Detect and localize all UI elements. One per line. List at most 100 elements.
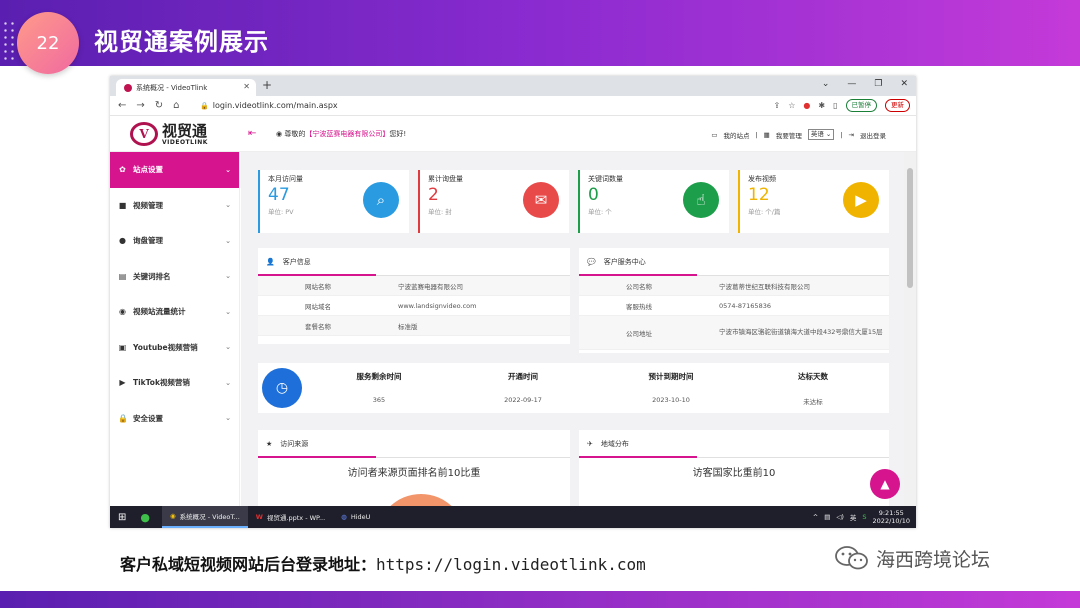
service-col: 预计到期时间 2023-10-10	[648, 372, 694, 404]
location-icon: ◉	[276, 130, 283, 138]
network-icon[interactable]: ▤	[824, 513, 830, 521]
sidebar-item-tiktok[interactable]: ▶ TikTok视频营销 ⌄	[110, 365, 239, 401]
service-col: 开通时间 2022-09-17	[504, 372, 542, 404]
panel-header: 👤 客户信息	[258, 248, 570, 276]
clock[interactable]: 9:21:55 2022/10/10	[873, 509, 910, 525]
restore-icon[interactable]: ❐	[874, 79, 882, 89]
play-icon: ▶	[843, 182, 879, 218]
puzzle-icon[interactable]: ✱	[818, 101, 825, 110]
sidebar-item-label: 视频管理	[133, 200, 163, 210]
chat-bubble-icon: 💬	[587, 257, 596, 266]
windows-start-icon[interactable]: ⊞	[118, 512, 126, 523]
browser-tab[interactable]: 系统概况 - VideoTlink ✕	[116, 79, 256, 96]
app-header: V 视贸通 VIDEOTLINK ⇤ ◉ 尊敬的【宁波蓝赛电器有限公司】您好! …	[110, 116, 916, 152]
chevron-down-icon: ⌄	[225, 307, 231, 316]
slide-number: 22	[17, 12, 79, 74]
lock-icon: 🔒	[118, 413, 128, 423]
chat-icon: ●	[119, 236, 126, 246]
stat-card-inquiries: 累计询盘量 2 单位: 封 ✉	[418, 170, 569, 233]
sidebar-item-security[interactable]: 🔒 安全设置 ⌄	[110, 401, 239, 437]
wechat-icon[interactable]: ●	[140, 511, 150, 524]
tray-expand-icon[interactable]: ^	[813, 513, 818, 521]
sidebar-item-label: TikTok视频营销	[133, 378, 190, 388]
user-icon: 👤	[266, 257, 275, 266]
security-icon[interactable]: S	[862, 513, 866, 521]
stat-card-visits: 本月访问量 47 单位: PV ⌕	[258, 170, 409, 233]
footer-url: https://login.videotlink.com	[376, 555, 646, 574]
hideu-icon: ◍	[341, 513, 347, 521]
watermark: 海西跨境论坛	[834, 544, 990, 572]
logout-icon: ⇥	[848, 130, 854, 139]
my-site-link[interactable]: 我的站点	[723, 130, 749, 140]
volume-icon[interactable]: ◁)	[836, 513, 844, 521]
update-button[interactable]: 更新	[885, 99, 910, 112]
taskbar-app-chrome[interactable]: ◉ 系统概况 - VideoT...	[162, 506, 248, 528]
close-window-icon[interactable]: ✕	[900, 79, 908, 89]
message-icon: ✉	[523, 182, 559, 218]
new-tab-icon[interactable]: +	[262, 78, 272, 92]
url-field[interactable]: login.videotlink.com/main.aspx	[213, 101, 338, 110]
my-management-link[interactable]: 我要管理	[776, 130, 802, 140]
sidebar-item-label: 关键词排名	[133, 271, 171, 281]
star-icon: ★	[266, 439, 273, 448]
sidebar-item-site-settings[interactable]: ✿ 站点设置 ⌄	[110, 152, 239, 188]
greeting-prefix: 尊敬的	[284, 130, 306, 138]
forward-icon[interactable]: →	[136, 100, 144, 111]
chevron-down-icon: ⌄	[225, 414, 231, 423]
scroll-top-button[interactable]: ▲	[870, 469, 900, 499]
lock-icon: 🔒	[200, 101, 209, 110]
chart-search-icon: ⌕	[363, 182, 399, 218]
pie-chart-top	[376, 494, 466, 506]
app-logo[interactable]: V 视贸通 VIDEOTLINK	[130, 122, 208, 146]
table-row: 客服热线 0574-87165836	[579, 296, 889, 316]
visit-source-panel: ★ 访问来源 访问者来源页面排名前10比重	[258, 430, 570, 506]
sidebar-item-keyword[interactable]: ▤ 关键词排名 ⌄	[110, 259, 239, 295]
chevron-down-icon: ⌄	[225, 165, 231, 174]
video-icon: ■	[118, 200, 127, 210]
chevron-down-icon[interactable]: ⌄	[822, 79, 830, 89]
sidebar-item-traffic[interactable]: ◉ 视频站流量统计 ⌄	[110, 294, 239, 330]
language-select[interactable]: 英语 ⌄	[807, 129, 835, 140]
doc-icon: ▤	[118, 271, 127, 281]
star-icon[interactable]: ☆	[788, 101, 795, 110]
taskbar-app-hideu[interactable]: ◍ HideU	[333, 506, 378, 528]
watermark-text: 海西跨境论坛	[876, 548, 991, 571]
home-icon[interactable]: ⌂	[173, 100, 179, 111]
ime-indicator[interactable]: 英	[850, 512, 857, 522]
minimize-icon[interactable]: —	[847, 79, 856, 89]
panel-header: ★ 访问来源	[258, 430, 570, 458]
sidebar-item-inquiry[interactable]: ● 询盘管理 ⌄	[110, 223, 239, 259]
scrollbar[interactable]	[904, 152, 916, 506]
panel-header: ✈ 地域分布	[579, 430, 889, 458]
table-row: 套餐名称 标准版	[258, 316, 570, 336]
taskbar-app-wps[interactable]: W 视贸通.pptx - WP...	[248, 506, 333, 528]
collapse-sidebar-icon[interactable]: ⇤	[248, 128, 256, 139]
close-tab-icon[interactable]: ✕	[243, 82, 250, 91]
slide-bottom-stripe	[0, 591, 1080, 608]
main-content: 本月访问量 47 单位: PV ⌕ 累计询盘量 2 单位: 封 ✉ 关键词数量 …	[241, 152, 904, 506]
profile-paused-button[interactable]: 已暂停	[845, 99, 877, 112]
back-icon[interactable]: ←	[118, 100, 126, 111]
sidebar-item-video[interactable]: ■ 视频管理 ⌄	[110, 188, 239, 224]
chart-title: 访客国家比重前10	[692, 468, 776, 479]
stat-card-keywords: 关键词数量 0 单位: 个 ☝	[578, 170, 729, 233]
chevron-down-icon: ⌄	[225, 236, 231, 245]
panel-title: 客户服务中心	[603, 257, 646, 266]
table-row: 公司地址 宁波市镇海区骆驼街道镇海大道中段432号鼎信大厦15层	[579, 316, 889, 350]
sidebar-item-youtube[interactable]: ▣ Youtube视频营销 ⌄	[110, 330, 239, 366]
wechat-watermark-icon	[835, 546, 868, 570]
sidebar-item-label: Youtube视频营销	[133, 342, 198, 352]
table-row: 公司名称 宁波葛蒂世纪互联科技有限公司	[579, 276, 889, 296]
logo-mark-icon: V	[130, 122, 158, 146]
sidepanel-icon[interactable]: ▯	[833, 101, 837, 110]
footer-label: 客户私域短视频网站后台登录地址：	[120, 555, 377, 574]
taskbar: ⊞ ● ◉ 系统概况 - VideoT... W 视贸通.pptx - WP..…	[110, 506, 916, 528]
sidebar-item-label: 站点设置	[133, 165, 163, 175]
globe-icon: ◉	[119, 307, 126, 317]
table-row: 网站名称 宁波蓝赛电器有限公司	[258, 276, 570, 296]
share-icon[interactable]: ⇪	[774, 101, 781, 110]
decorative-dots	[2, 20, 16, 60]
reload-icon[interactable]: ↻	[155, 100, 163, 111]
logout-link[interactable]: 退出登录	[860, 130, 886, 140]
extension-red-icon[interactable]: ●	[803, 101, 810, 110]
